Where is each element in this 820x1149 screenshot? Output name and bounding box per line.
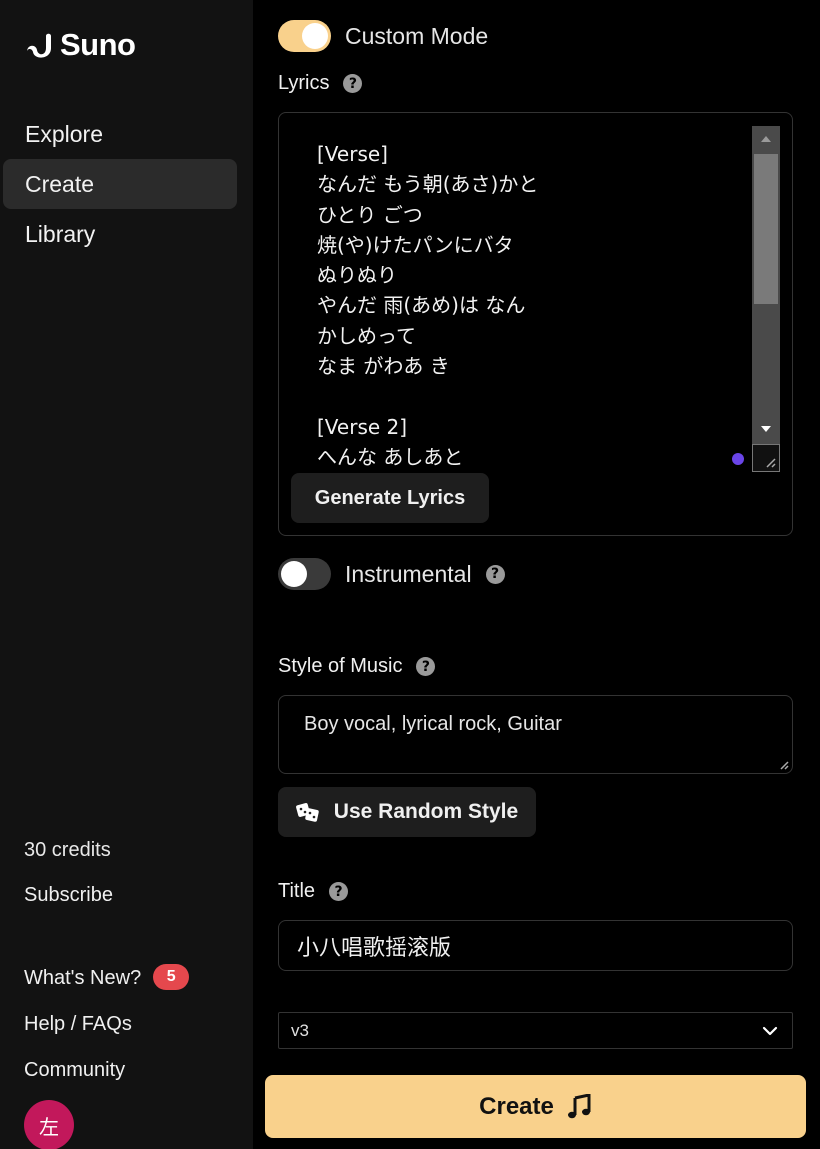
suno-logo[interactable]: Suno — [24, 27, 136, 63]
style-of-music-value: Boy vocal, lyrical rock, Guitar — [304, 713, 562, 735]
music-note-icon — [567, 1093, 591, 1118]
lyrics-textarea[interactable]: [Verse] なんだ もう朝(あさ)かと ひとり ごつ 焼(や)けたパンにバタ… — [278, 112, 793, 536]
logo-text: Suno — [60, 27, 136, 62]
title-input[interactable]: 小八唱歌摇滚版 — [278, 920, 793, 971]
custom-mode-toggle[interactable] — [278, 20, 331, 52]
title-label-row: Title ? — [278, 880, 349, 903]
lyrics-label: Lyrics — [278, 72, 330, 94]
whats-new-label: What's New? — [24, 967, 142, 989]
chevron-down-icon — [762, 1026, 778, 1035]
help-faqs-link[interactable]: Help / FAQs — [24, 1013, 132, 1036]
whats-new-link[interactable]: What's New? 5 — [24, 964, 190, 990]
dice-icon — [295, 803, 319, 822]
style-of-music-textarea[interactable]: Boy vocal, lyrical rock, Guitar — [278, 695, 793, 774]
suno-logo-icon — [27, 33, 51, 58]
status-dot-icon — [732, 453, 744, 465]
credits-count: 30 credits — [24, 839, 111, 861]
user-avatar[interactable]: 左 — [24, 1100, 74, 1149]
subscribe-link[interactable]: Subscribe — [24, 884, 113, 907]
style-help-icon[interactable]: ? — [416, 657, 436, 676]
use-random-style-button[interactable]: Use Random Style — [278, 787, 536, 837]
scroll-up-arrow-icon[interactable] — [752, 126, 780, 152]
toggle-knob — [302, 23, 328, 49]
style-label-row: Style of Music ? — [278, 655, 436, 678]
community-link[interactable]: Community — [24, 1059, 125, 1082]
lyrics-text[interactable]: [Verse] なんだ もう朝(あさ)かと ひとり ごつ 焼(や)けたパンにバタ… — [317, 139, 747, 473]
nav-explore[interactable]: Explore — [3, 109, 237, 159]
create-button[interactable]: Create — [265, 1075, 806, 1138]
resize-handle-icon[interactable] — [752, 444, 780, 472]
title-help-icon[interactable]: ? — [329, 882, 349, 901]
custom-mode-label: Custom Mode — [345, 22, 489, 49]
instrumental-row: Instrumental ? — [278, 558, 505, 590]
nav-create[interactable]: Create — [3, 159, 237, 209]
toggle-knob — [281, 561, 307, 587]
model-version-value: v3 — [291, 1020, 309, 1040]
instrumental-label: Instrumental — [345, 560, 472, 587]
instrumental-help-icon[interactable]: ? — [485, 564, 505, 584]
scroll-thumb[interactable] — [754, 154, 778, 304]
lyrics-help-icon[interactable]: ? — [343, 74, 363, 93]
nav-library[interactable]: Library — [3, 209, 237, 259]
instrumental-toggle[interactable] — [278, 558, 331, 590]
title-value: 小八唱歌摇滚版 — [297, 935, 452, 961]
generate-lyrics-button[interactable]: Generate Lyrics — [291, 473, 489, 523]
lyrics-label-row: Lyrics ? — [278, 72, 363, 95]
model-version-select[interactable]: v3 — [278, 1012, 793, 1049]
custom-mode-row: Custom Mode — [278, 20, 488, 52]
create-panel: Custom Mode Lyrics ? [Verse] なんだ もう朝(あさ)… — [253, 0, 820, 1149]
create-button-label: Create — [479, 1092, 554, 1120]
sidebar: Suno Explore Create Library 30 credits S… — [0, 0, 253, 1149]
title-label: Title — [278, 880, 316, 902]
scroll-down-arrow-icon[interactable] — [752, 415, 780, 443]
style-of-music-label: Style of Music — [278, 655, 403, 677]
resize-handle-icon[interactable] — [776, 757, 790, 771]
use-random-style-label: Use Random Style — [333, 800, 519, 823]
notification-badge: 5 — [153, 964, 190, 990]
